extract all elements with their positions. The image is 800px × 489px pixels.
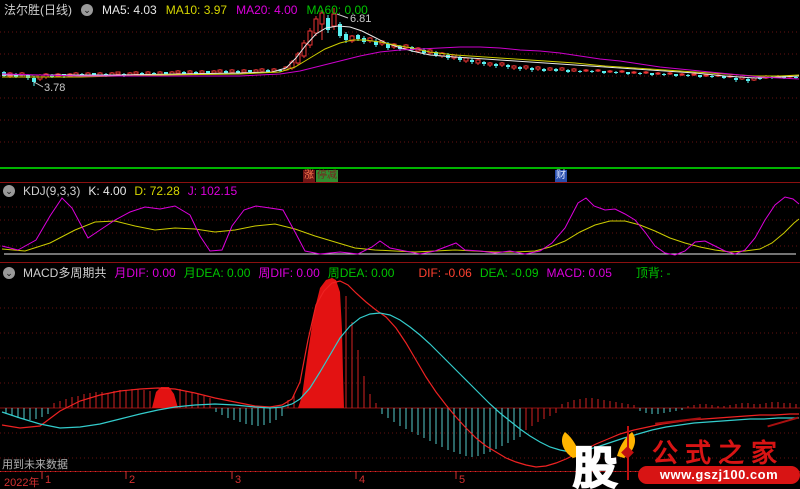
macd-title: MACD多周期共 [23,266,107,280]
macd-month-dea: 月DEA: 0.00 [183,266,251,280]
ma10-value: MA10: 3.97 [165,2,228,17]
axis-month-label: 4 [359,474,366,486]
axis-month-label: 2 [129,474,136,486]
kdj-j-value: J: 102.15 [187,184,238,198]
chevron-down-icon[interactable]: ⌄ [81,3,93,16]
watermark: 股 公式之家 www.gszj100.com [555,416,800,489]
watermark-brand: 公式之家 [651,439,784,469]
future-data-notice: 用到未来数据 [2,459,68,471]
stock-terminal: 6.81 3.78 法尔胜(日线) ⌄ MA5: 4.03 MA10: 3.97 … [0,0,800,489]
watermark-decor-line [655,417,701,425]
macd-dif-value: DIF: -0.06 [418,265,472,280]
signal-tag-cai: 财 [555,170,567,182]
macd-divergence-value: 顶背: - [635,266,671,280]
macd-panel-header: ⌄ MACD多周期共 月DIF: 0.00 月DEA: 0.00 周DIF: 0… [3,264,671,281]
axis-month-label: 5 [459,474,466,486]
chevron-down-icon[interactable]: ⌄ [3,185,15,197]
svg-text:3.78: 3.78 [44,82,65,94]
watermark-url: www.gszj100.com [638,466,800,484]
axis-month-label: 1 [45,474,52,486]
macd-dea-value: DEA: -0.09 [479,265,539,280]
signal-tag-zhang: 涨 [303,170,315,182]
macd-week-dea: 周DEA: 0.00 [327,266,395,280]
main-panel-header: 法尔胜(日线) ⌄ MA5: 4.03 MA10: 3.97 MA20: 4.0… [4,1,368,18]
main-chart-canvas[interactable]: 6.813.78 [0,0,800,183]
kdj-d-value: D: 72.28 [134,184,180,198]
kdj-title: KDJ(9,3,3) [23,184,81,198]
bull-logo-char: 股 [572,442,618,489]
watermark-decor-line [767,416,799,428]
signal-tag-tingjian: 停减 [316,170,338,182]
kdj-panel-header: ⌄ KDJ(9,3,3) K: 4.00 D: 72.28 J: 102.15 [3,184,237,198]
chevron-down-icon[interactable]: ⌄ [3,266,15,279]
axis-month-label: 3 [235,474,242,486]
macd-hist-value: MACD: 0.05 [546,265,612,280]
ma20-value: MA20: 4.00 [236,2,298,17]
ma60-value: MA60: 0.00 [306,2,368,17]
axis-year-label: 2022年 [4,477,40,489]
macd-month-dif: 月DIF: 0.00 [114,266,176,280]
ma5-value: MA5: 4.03 [102,2,157,17]
macd-week-dif: 周DIF: 0.00 [258,266,320,280]
stock-title: 法尔胜(日线) [4,3,72,17]
kdj-k-value: K: 4.00 [88,184,127,198]
